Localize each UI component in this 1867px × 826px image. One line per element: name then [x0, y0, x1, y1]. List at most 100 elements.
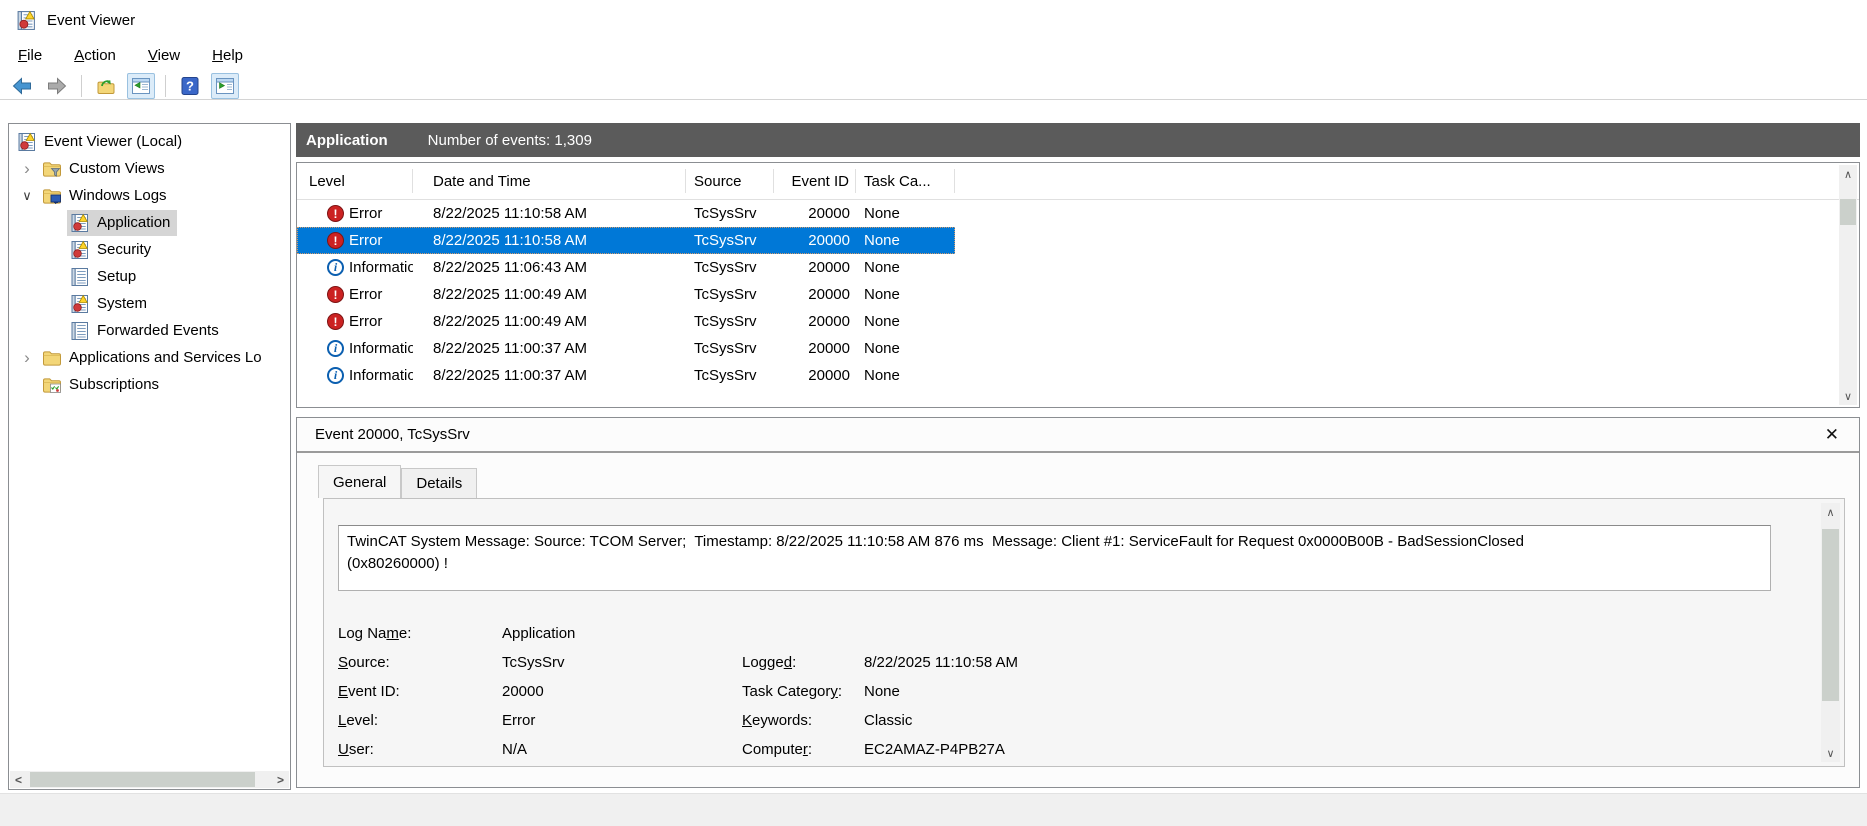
sidebar-horizontal-scrollbar[interactable]: < >: [10, 771, 289, 788]
toolbar: [0, 72, 1867, 100]
back-button[interactable]: [8, 73, 36, 99]
windows-logs-folder-icon: [42, 186, 62, 206]
event-row-selected[interactable]: Error 8/22/2025 11:10:58 AM TcSysSrv 200…: [297, 227, 955, 254]
event-viewer-app-icon: [16, 10, 37, 31]
tab-general[interactable]: General: [318, 465, 402, 498]
details-title-row: Event 20000, TcSysSrv ✕: [297, 418, 1859, 453]
back-arrow-icon: [11, 76, 33, 96]
close-icon[interactable]: ✕: [1825, 425, 1839, 445]
console-tree-icon: [131, 76, 151, 96]
tree-item-setup[interactable]: Setup: [9, 263, 290, 290]
field-label-source: Source:: [338, 654, 390, 671]
field-value-event-id: 20000: [502, 683, 544, 700]
event-row[interactable]: Information 8/22/2025 11:00:37 AM TcSysS…: [297, 335, 955, 362]
menu-bar: File Action View Help: [0, 42, 1867, 68]
event-row[interactable]: Information 8/22/2025 11:00:37 AM TcSysS…: [297, 362, 955, 389]
title-bar: Event Viewer: [0, 0, 1867, 40]
column-header-task-category[interactable]: Task Ca...: [856, 169, 955, 193]
up-one-level-button[interactable]: [92, 73, 120, 99]
scroll-up-icon[interactable]: ∧: [1821, 503, 1840, 521]
event-list-header: Level Date and Time Source Event ID Task…: [297, 163, 1859, 200]
security-log-icon: [70, 240, 90, 260]
event-row[interactable]: Error 8/22/2025 11:10:58 AM TcSysSrv 200…: [297, 200, 955, 227]
menu-file[interactable]: File: [18, 47, 42, 64]
chevron-down-icon[interactable]: ∨: [15, 186, 39, 206]
forward-button[interactable]: [43, 73, 71, 99]
chevron-right-icon[interactable]: ›: [15, 348, 39, 368]
field-label-task-category: Task Category:: [742, 683, 843, 700]
event-details-pane: Event 20000, TcSysSrv ✕ General Details …: [296, 417, 1860, 788]
event-list: Level Date and Time Source Event ID Task…: [296, 162, 1860, 408]
chevron-right-icon[interactable]: ›: [15, 159, 39, 179]
error-level-icon: [327, 286, 344, 303]
scroll-up-icon[interactable]: ∧: [1839, 165, 1857, 183]
field-value-level: Error: [502, 712, 536, 729]
menu-view[interactable]: View: [148, 47, 180, 64]
scrollbar-thumb[interactable]: [30, 772, 255, 787]
menu-help[interactable]: Help: [212, 47, 243, 64]
field-label-user: User:: [338, 741, 374, 758]
details-tabs: General Details: [318, 464, 478, 498]
show-hide-console-tree-button[interactable]: [127, 72, 155, 99]
scroll-down-icon[interactable]: ∨: [1821, 744, 1840, 762]
event-row[interactable]: Error 8/22/2025 11:00:49 AM TcSysSrv 200…: [297, 308, 955, 335]
menu-action[interactable]: Action: [74, 47, 116, 64]
subscriptions-folder-icon: [42, 375, 62, 395]
help-button[interactable]: [176, 73, 204, 99]
column-header-event-id[interactable]: Event ID: [774, 169, 856, 193]
tree-item-applications-and-services-logs[interactable]: › Applications and Services Lo: [9, 344, 290, 371]
field-value-source: TcSysSrv: [502, 654, 565, 671]
field-value-keywords: Classic: [864, 712, 913, 729]
field-label-computer: Computer:: [742, 741, 813, 758]
scrollbar-thumb[interactable]: [1840, 199, 1856, 225]
field-value-log-name: Application: [502, 625, 576, 642]
event-message-box: TwinCAT System Message: Source: TCOM Ser…: [338, 525, 1771, 591]
tree-item-forwarded-events[interactable]: Forwarded Events: [9, 317, 290, 344]
tree-item-system[interactable]: System: [9, 290, 290, 317]
tree-item-application[interactable]: Application: [9, 209, 290, 236]
error-level-icon: [327, 232, 344, 249]
results-pane-header: Application Number of events: 1,309: [296, 123, 1860, 157]
custom-views-folder-icon: [42, 159, 62, 179]
column-header-level[interactable]: Level: [297, 169, 413, 193]
details-vertical-scrollbar[interactable]: ∧ ∨: [1821, 503, 1840, 762]
action-pane-icon: [215, 76, 235, 96]
event-row[interactable]: Error 8/22/2025 11:00:49 AM TcSysSrv 200…: [297, 281, 955, 308]
information-level-icon: [327, 367, 344, 384]
help-icon: [180, 76, 200, 96]
application-log-icon: [70, 213, 90, 233]
tab-details[interactable]: Details: [401, 468, 478, 498]
toolbar-separator: [81, 74, 82, 97]
tree-item-event-viewer-local[interactable]: Event Viewer (Local): [9, 128, 290, 155]
setup-log-icon: [70, 267, 90, 287]
event-row[interactable]: Information 8/22/2025 11:06:43 AM TcSysS…: [297, 254, 955, 281]
column-header-date-time[interactable]: Date and Time: [413, 169, 686, 193]
field-label-event-id: Event ID:: [338, 683, 400, 700]
event-fields: Log Name: Application Source: TcSysSrv L…: [338, 619, 1018, 764]
events-count: Number of events: 1,309: [427, 131, 592, 149]
field-value-logged: 8/22/2025 11:10:58 AM: [864, 654, 1019, 671]
event-list-vertical-scrollbar[interactable]: ∧ ∨: [1839, 165, 1857, 405]
tree-item-subscriptions[interactable]: Subscriptions: [9, 371, 290, 398]
tree-item-windows-logs[interactable]: ∨ Windows Logs: [9, 182, 290, 209]
scroll-right-icon[interactable]: >: [272, 771, 289, 788]
toolbar-separator: [165, 74, 166, 97]
scrollbar-thumb[interactable]: [1822, 529, 1839, 701]
column-header-source[interactable]: Source: [686, 169, 774, 193]
details-title: Event 20000, TcSysSrv: [315, 426, 470, 443]
field-value-computer: EC2AMAZ-P4PB27A: [864, 741, 1005, 758]
up-one-level-icon: [96, 76, 116, 96]
forwarded-events-log-icon: [70, 321, 90, 341]
results-log-name: Application: [306, 131, 388, 149]
tree-item-security[interactable]: Security: [9, 236, 290, 263]
field-value-user: N/A: [502, 741, 528, 758]
forward-arrow-icon: [46, 76, 68, 96]
field-label-level: Level:: [338, 712, 379, 729]
scroll-left-icon[interactable]: <: [10, 771, 27, 788]
show-hide-action-pane-button[interactable]: [211, 72, 239, 99]
field-label-log-name: Log Name:: [338, 625, 412, 642]
field-label-logged: Logged:: [742, 654, 797, 671]
information-level-icon: [327, 340, 344, 357]
scroll-down-icon[interactable]: ∨: [1839, 387, 1857, 405]
tree-item-custom-views[interactable]: › Custom Views: [9, 155, 290, 182]
